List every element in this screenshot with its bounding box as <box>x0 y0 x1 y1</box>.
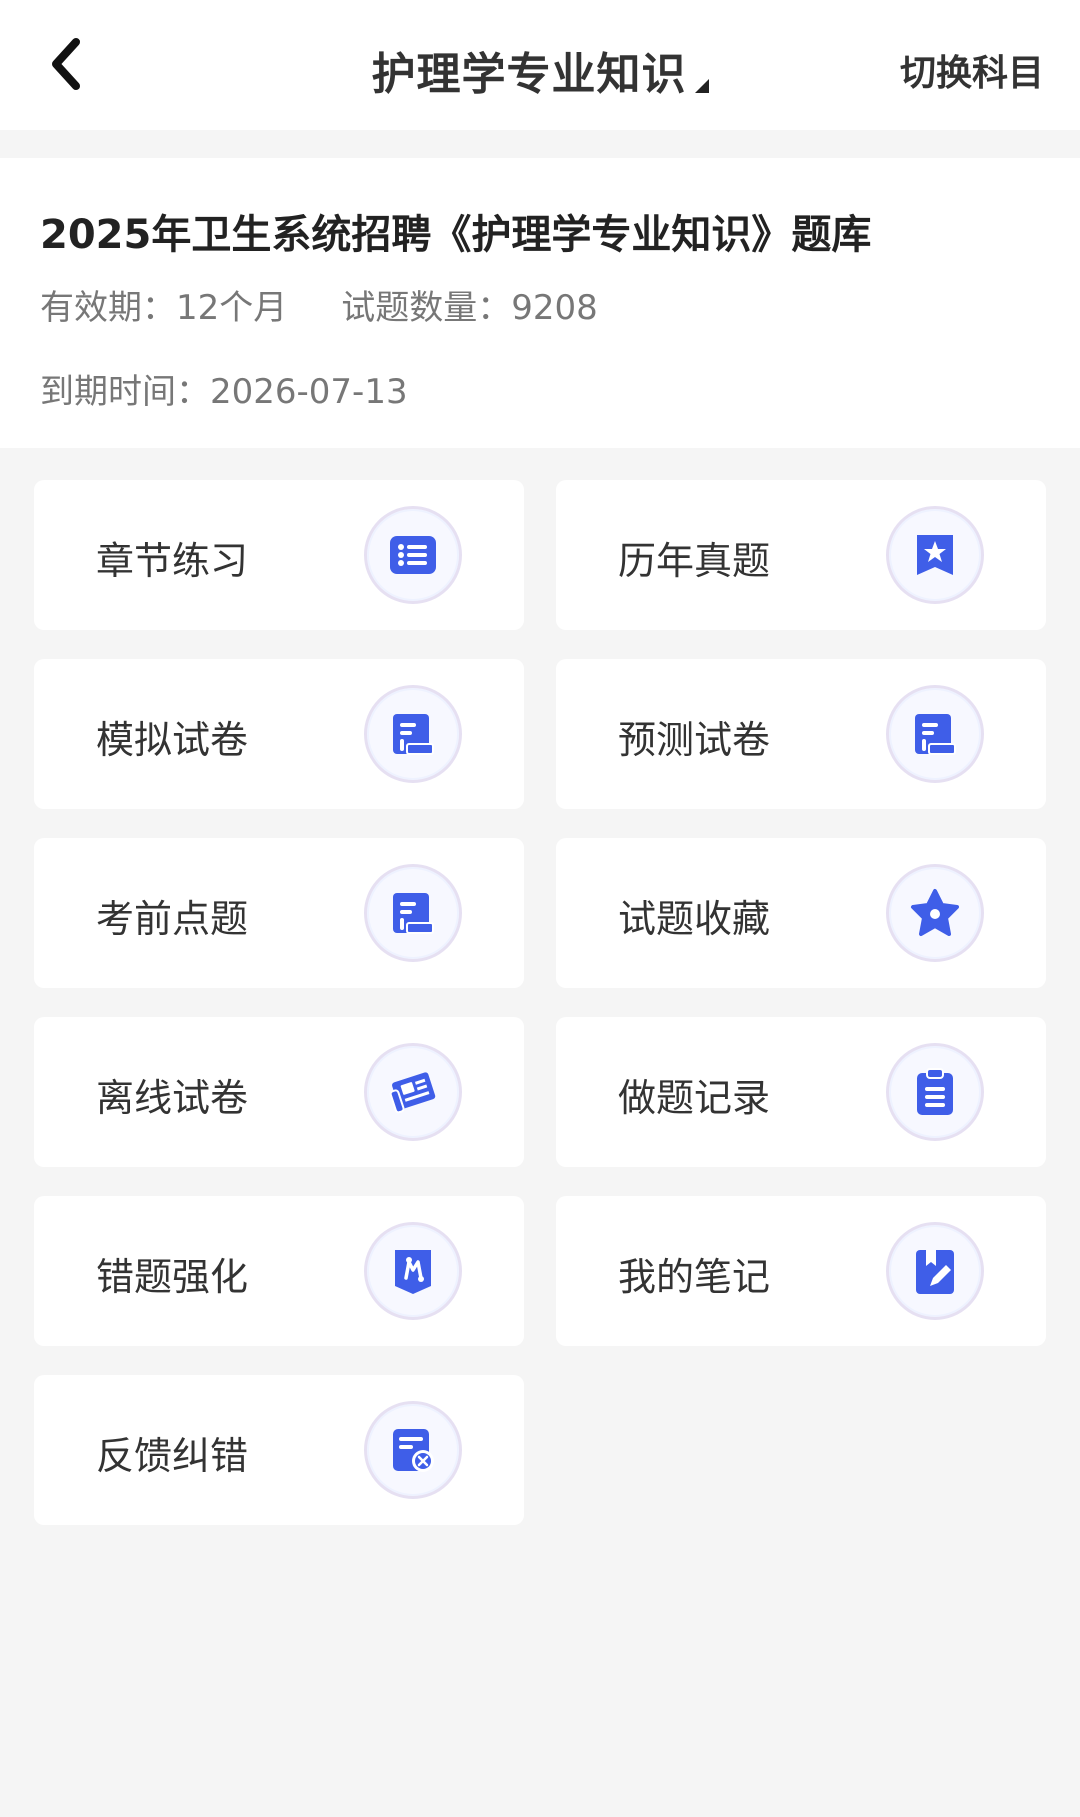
dropdown-caret-icon <box>694 79 709 93</box>
question-count-text: 试题数量：9208 <box>341 288 598 328</box>
menu-card-mock-exam[interactable]: 模拟试卷 <box>34 659 524 809</box>
validity-text: 有效期：12个月 <box>40 288 288 328</box>
mistake-icon <box>364 1222 462 1320</box>
paper-icon <box>364 685 462 783</box>
menu-card-label: 章节练习 <box>96 539 249 583</box>
menu-card-practice-history[interactable]: 做题记录 <box>556 1017 1046 1167</box>
paper-icon <box>886 685 984 783</box>
newspaper-icon <box>364 1043 462 1141</box>
note-pen-icon <box>886 1222 984 1320</box>
clipboard-icon <box>886 1043 984 1141</box>
paper-icon <box>364 864 462 962</box>
list-icon <box>364 506 462 604</box>
switch-subject-button[interactable]: 切换科目 <box>900 44 1044 96</box>
menu-card-favorites[interactable]: 试题收藏 <box>556 838 1046 988</box>
menu-card-chapter-practice[interactable]: 章节练习 <box>34 480 524 630</box>
menu-card-prediction-exam[interactable]: 预测试卷 <box>556 659 1046 809</box>
expiry-text: 到期时间：2026-07-13 <box>40 372 408 412</box>
info-meta-row: 有效期：12个月 试题数量：9208 <box>40 280 598 329</box>
menu-card-label: 做题记录 <box>618 1076 771 1120</box>
nav-bar: 护理学专业知识 切换科目 <box>0 0 1080 130</box>
menu-card-label: 试题收藏 <box>618 897 771 941</box>
menu-card-label: 模拟试卷 <box>96 718 249 762</box>
feedback-icon <box>364 1401 462 1499</box>
menu-card-label: 考前点题 <box>96 897 249 941</box>
star-bookmark-icon <box>886 506 984 604</box>
menu-card-label: 错题强化 <box>96 1255 249 1299</box>
menu-card-feedback[interactable]: 反馈纠错 <box>34 1375 524 1525</box>
menu-card-pre-exam-tips[interactable]: 考前点题 <box>34 838 524 988</box>
menu-card-label: 反馈纠错 <box>96 1434 249 1478</box>
menu-card-label: 离线试卷 <box>96 1076 249 1120</box>
menu-card-offline-exam[interactable]: 离线试卷 <box>34 1017 524 1167</box>
question-bank-info: 2025年卫生系统招聘《护理学专业知识》题库 有效期：12个月 试题数量：9208… <box>0 158 1080 448</box>
menu-card-label: 预测试卷 <box>618 718 771 762</box>
menu-card-mistake-review[interactable]: 错题强化 <box>34 1196 524 1346</box>
menu-card-my-notes[interactable]: 我的笔记 <box>556 1196 1046 1346</box>
menu-card-label: 历年真题 <box>618 539 771 583</box>
star-icon <box>886 864 984 962</box>
question-bank-title: 2025年卫生系统招聘《护理学专业知识》题库 <box>40 212 872 258</box>
page-title-text: 护理学专业知识 <box>371 49 687 100</box>
menu-card-label: 我的笔记 <box>618 1255 771 1299</box>
menu-card-past-exams[interactable]: 历年真题 <box>556 480 1046 630</box>
